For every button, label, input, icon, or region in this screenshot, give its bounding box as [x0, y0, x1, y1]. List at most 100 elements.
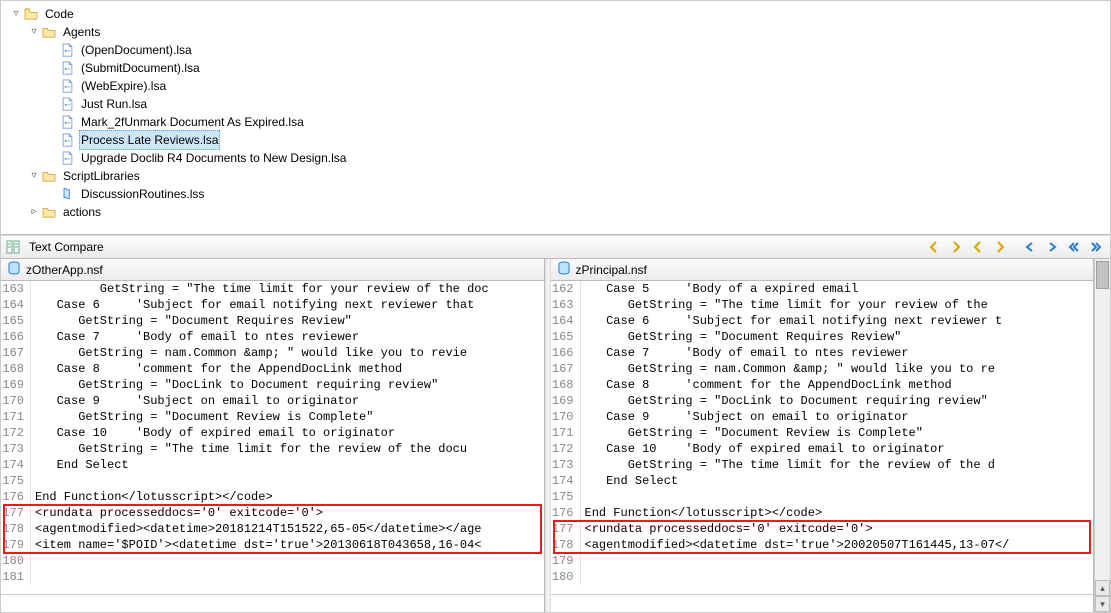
- prev-change-icon[interactable]: [968, 237, 988, 257]
- tree-file-item[interactable]: ·Mark_2fUnmark Document As Expired.lsa: [9, 113, 1110, 131]
- code-line[interactable]: 177<rundata processeddocs='0' exitcode='…: [1, 505, 544, 521]
- code-line[interactable]: 164 Case 6 'Subject for email notifying …: [1, 297, 544, 313]
- right-horizontal-scrollbar[interactable]: [551, 595, 1094, 612]
- line-content: Case 7 'Body of email to ntes reviewer: [31, 329, 359, 345]
- code-line[interactable]: 180: [1, 553, 544, 569]
- left-code-view[interactable]: 163 GetString = "The time limit for your…: [1, 281, 544, 594]
- right-vertical-scrollbar[interactable]: ▴ ▾: [1094, 259, 1110, 612]
- code-line[interactable]: 177<rundata processeddocs='0' exitcode='…: [551, 521, 1094, 537]
- tree-file-item[interactable]: ·Process Late Reviews.lsa: [9, 131, 1110, 149]
- twisty-icon[interactable]: ▿: [27, 167, 41, 185]
- tree-file-item[interactable]: ·(WebExpire).lsa: [9, 77, 1110, 95]
- line-content: Case 6 'Subject for email notifying next…: [581, 313, 1003, 329]
- line-number: 166: [1, 329, 31, 345]
- right-pane: zPrincipal.nsf 162 Case 5 'Body of a exp…: [551, 259, 1095, 612]
- right-code-view[interactable]: 162 Case 5 'Body of a expired email163 G…: [551, 281, 1094, 594]
- code-line[interactable]: 174 End Select: [551, 473, 1094, 489]
- tree-file-item[interactable]: ·Upgrade Doclib R4 Documents to New Desi…: [9, 149, 1110, 167]
- line-number: 175: [551, 489, 581, 505]
- copy-all-right-icon[interactable]: [1086, 237, 1106, 257]
- code-line[interactable]: 180: [551, 569, 1094, 585]
- code-line[interactable]: 170 Case 9 'Subject on email to originat…: [1, 393, 544, 409]
- code-line[interactable]: 176End Function</lotusscript></code>: [1, 489, 544, 505]
- line-content: <item name='$POID'><datetime dst='true'>…: [31, 537, 481, 553]
- code-line[interactable]: 167 GetString = nam.Common &amp; " would…: [551, 361, 1094, 377]
- left-horizontal-scrollbar[interactable]: [1, 595, 544, 612]
- tree-node-actions[interactable]: ▹ actions: [9, 203, 1110, 221]
- project-tree[interactable]: ▿ Code ▿ Agents ·(OpenDocument).lsa·(Sub…: [1, 1, 1110, 235]
- code-line[interactable]: 165 GetString = "Document Requires Revie…: [1, 313, 544, 329]
- tree-node-agents[interactable]: ▿ Agents: [9, 23, 1110, 41]
- folder-icon: [41, 204, 57, 220]
- code-line[interactable]: 166 Case 7 'Body of email to ntes review…: [1, 329, 544, 345]
- code-line[interactable]: 162 Case 5 'Body of a expired email: [551, 281, 1094, 297]
- code-line[interactable]: 176End Function</lotusscript></code>: [551, 505, 1094, 521]
- code-line[interactable]: 173 GetString = "The time limit for the …: [551, 457, 1094, 473]
- line-content: End Function</lotusscript></code>: [581, 505, 823, 521]
- code-line[interactable]: 175: [551, 489, 1094, 505]
- line-number: 178: [551, 537, 581, 553]
- code-line[interactable]: 172 Case 10 'Body of expired email to or…: [551, 441, 1094, 457]
- code-line[interactable]: 168 Case 8 'comment for the AppendDocLin…: [1, 361, 544, 377]
- line-number: 168: [1, 361, 31, 377]
- scroll-up-button[interactable]: ▴: [1095, 580, 1110, 596]
- twisty-icon[interactable]: ▹: [27, 203, 41, 221]
- tree-file-item[interactable]: ·Just Run.lsa: [9, 95, 1110, 113]
- left-pane-header: zOtherApp.nsf: [1, 259, 544, 281]
- code-line[interactable]: 167 GetString = nam.Common &amp; " would…: [1, 345, 544, 361]
- tree-file-item[interactable]: ·(SubmitDocument).lsa: [9, 59, 1110, 77]
- code-line[interactable]: 171 GetString = "Document Review is Comp…: [551, 425, 1094, 441]
- code-line[interactable]: 165 GetString = "Document Requires Revie…: [551, 329, 1094, 345]
- code-line[interactable]: 166 Case 7 'Body of email to ntes review…: [551, 345, 1094, 361]
- line-content: GetString = "DocLink to Document requiri…: [581, 393, 988, 409]
- scrollbar-thumb[interactable]: [1096, 261, 1109, 289]
- line-number: 167: [1, 345, 31, 361]
- code-line[interactable]: 178<agentmodified><datetime dst='true'>2…: [551, 537, 1094, 553]
- line-number: 174: [1, 457, 31, 473]
- tree-label: DiscussionRoutines.lss: [79, 185, 206, 203]
- code-line[interactable]: 172 Case 10 'Body of expired email to or…: [1, 425, 544, 441]
- code-line[interactable]: 168 Case 8 'comment for the AppendDocLin…: [551, 377, 1094, 393]
- code-line[interactable]: 164 Case 6 'Subject for email notifying …: [551, 313, 1094, 329]
- code-line[interactable]: 174 End Select: [1, 457, 544, 473]
- line-number: 172: [551, 441, 581, 457]
- code-line[interactable]: 169 GetString = "DocLink to Document req…: [551, 393, 1094, 409]
- code-line[interactable]: 179: [551, 553, 1094, 569]
- scroll-down-button[interactable]: ▾: [1095, 596, 1110, 612]
- copy-right-icon[interactable]: [1042, 237, 1062, 257]
- line-number: 168: [551, 377, 581, 393]
- code-line[interactable]: 169 GetString = "DocLink to Document req…: [1, 377, 544, 393]
- code-line[interactable]: 179<item name='$POID'><datetime dst='tru…: [1, 537, 544, 553]
- line-number: 170: [551, 409, 581, 425]
- twisty-icon[interactable]: ▿: [27, 23, 41, 41]
- tree-label: actions: [61, 203, 103, 221]
- twisty-icon[interactable]: ▿: [9, 5, 23, 23]
- line-number: 169: [551, 393, 581, 409]
- compare-header: Text Compare: [1, 235, 1110, 259]
- left-pane: zOtherApp.nsf 163 GetString = "The time …: [1, 259, 545, 612]
- tree-node-code[interactable]: ▿ Code: [9, 5, 1110, 23]
- code-line[interactable]: 173 GetString = "The time limit for the …: [1, 441, 544, 457]
- line-number: 180: [551, 569, 581, 585]
- code-line[interactable]: 178<agentmodified><datetime>20181214T151…: [1, 521, 544, 537]
- code-line[interactable]: 170 Case 9 'Subject on email to originat…: [551, 409, 1094, 425]
- tree-file-item[interactable]: ·DiscussionRoutines.lss: [9, 185, 1110, 203]
- folder-open-icon: [23, 6, 39, 22]
- code-line[interactable]: 171 GetString = "Document Review is Comp…: [1, 409, 544, 425]
- code-line[interactable]: 175: [1, 473, 544, 489]
- folder-open-icon: [41, 168, 57, 184]
- line-number: 169: [1, 377, 31, 393]
- code-line[interactable]: 163 GetString = "The time limit for your…: [1, 281, 544, 297]
- line-content: [581, 489, 585, 505]
- copy-left-icon[interactable]: [1020, 237, 1040, 257]
- copy-all-left-icon[interactable]: [1064, 237, 1084, 257]
- next-change-icon[interactable]: [990, 237, 1010, 257]
- next-diff-icon[interactable]: [946, 237, 966, 257]
- tree-node-scriptlibs[interactable]: ▿ ScriptLibraries: [9, 167, 1110, 185]
- prev-diff-icon[interactable]: [924, 237, 944, 257]
- tree-file-item[interactable]: ·(OpenDocument).lsa: [9, 41, 1110, 59]
- tree-label: ScriptLibraries: [61, 167, 142, 185]
- code-line[interactable]: 163 GetString = "The time limit for your…: [551, 297, 1094, 313]
- code-line[interactable]: 181: [1, 569, 544, 585]
- line-content: [31, 473, 35, 489]
